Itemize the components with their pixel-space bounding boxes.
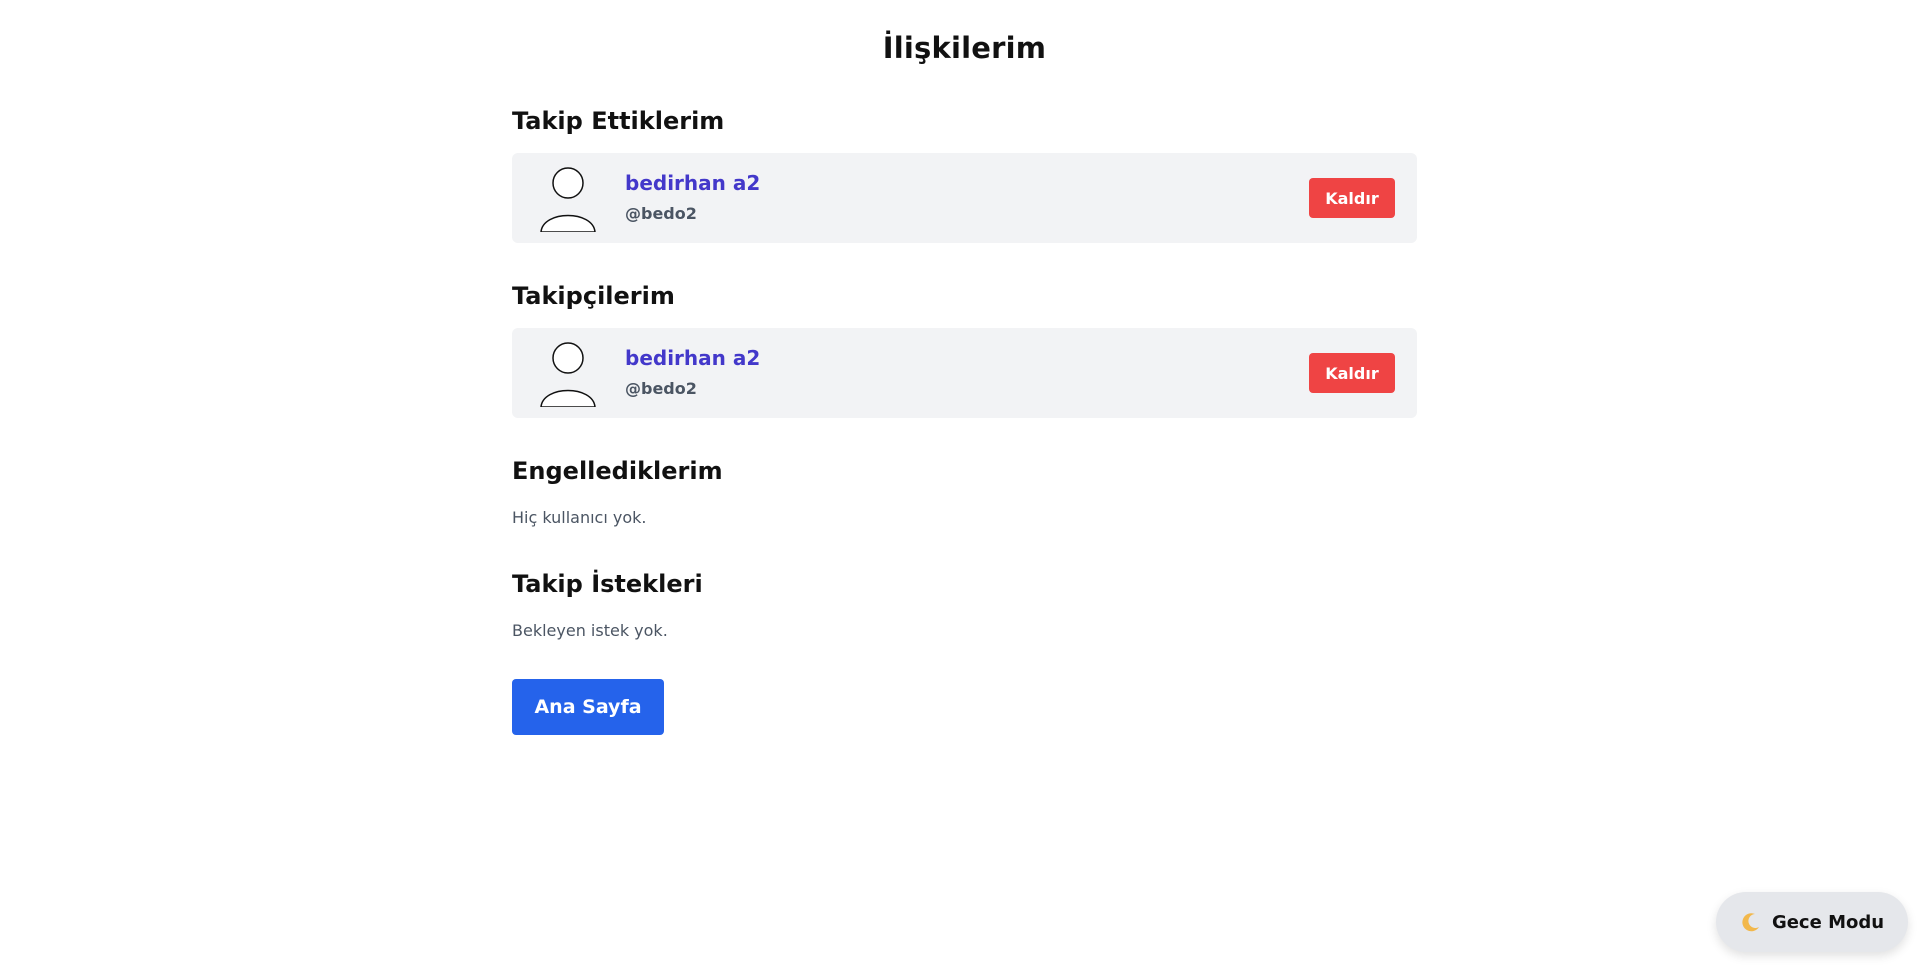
requests-empty-text: Bekleyen istek yok. (512, 621, 668, 640)
section-title-requests: Takip İstekleri (512, 570, 703, 598)
blocked-empty-text: Hiç kullanıcı yok. (512, 508, 647, 527)
user-name[interactable]: bedirhan a2 (625, 169, 760, 197)
home-button[interactable]: Ana Sayfa (512, 679, 664, 735)
moon-icon (1740, 911, 1762, 933)
section-title-followers: Takipçilerim (512, 282, 675, 310)
relations-container: İlişkilerim Takip Ettiklerim bedirhan a2… (512, 0, 1417, 735)
following-user-card: bedirhan a2 @bedo2 Kaldır (512, 153, 1417, 243)
default-user-avatar-icon (539, 341, 597, 407)
remove-follower-button[interactable]: Kaldır (1309, 353, 1395, 393)
dark-mode-toggle-button[interactable]: Gece Modu (1716, 892, 1908, 952)
section-title-blocked: Engellediklerim (512, 457, 723, 485)
page-title: İlişkilerim (882, 31, 1047, 65)
page: İlişkilerim Takip Ettiklerim bedirhan a2… (0, 0, 1920, 967)
default-user-avatar-icon (539, 166, 597, 232)
user-handle: @bedo2 (625, 204, 697, 223)
user-handle: @bedo2 (625, 379, 697, 398)
dark-mode-label: Gece Modu (1771, 911, 1885, 933)
remove-following-button[interactable]: Kaldır (1309, 178, 1395, 218)
user-name[interactable]: bedirhan a2 (625, 344, 760, 372)
follower-user-card: bedirhan a2 @bedo2 Kaldır (512, 328, 1417, 418)
section-title-following: Takip Ettiklerim (512, 107, 725, 135)
